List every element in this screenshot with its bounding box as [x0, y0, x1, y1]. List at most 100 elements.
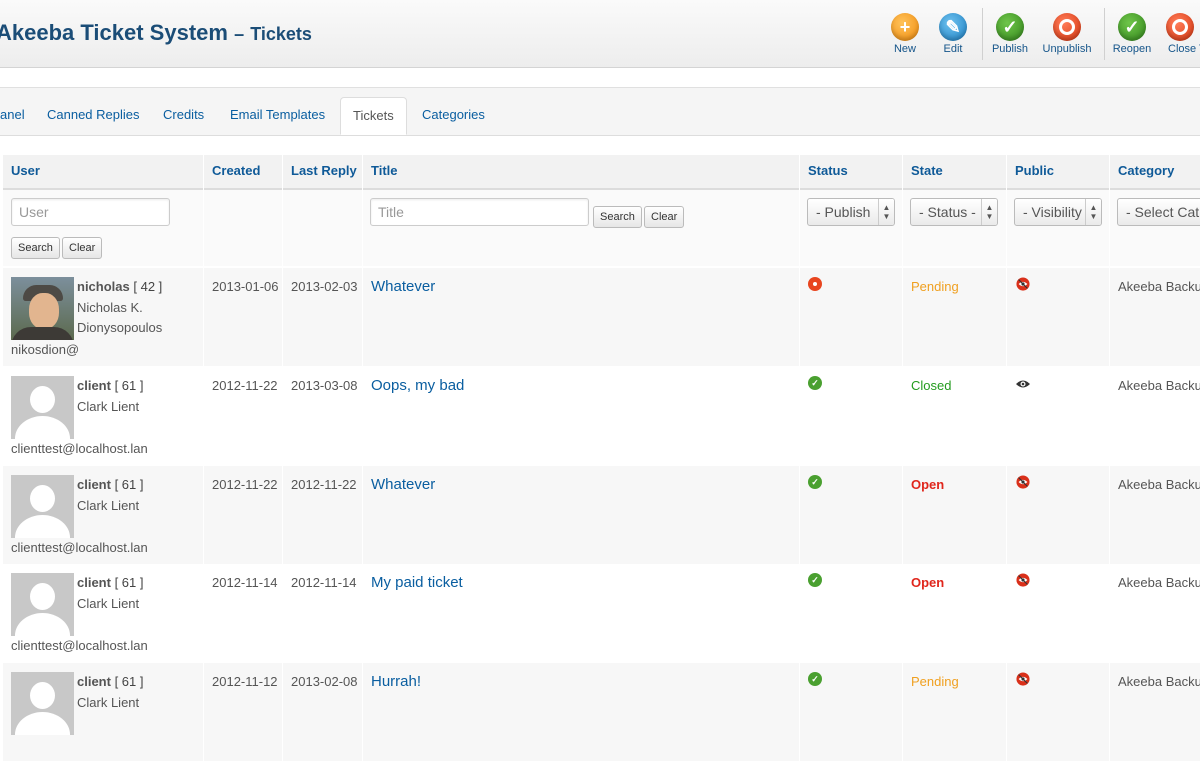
eye-slash-icon[interactable]: [1015, 277, 1031, 291]
title-clear-button[interactable]: Clear: [644, 206, 685, 228]
ticket-title-link[interactable]: Oops, my bad: [371, 377, 464, 394]
tab-email-templates[interactable]: Email Templates: [218, 97, 337, 135]
tab-credits[interactable]: Credits: [151, 97, 216, 135]
user-fullname: Clark Lient: [77, 399, 140, 414]
table-cell: [363, 663, 799, 761]
column-header-public[interactable]: Public: [1007, 155, 1109, 190]
created-date: 2012-11-12: [212, 674, 278, 689]
user-email: clienttest@localhost.lan: [11, 540, 148, 555]
ticket-category: Akeeba Backu: [1118, 575, 1200, 590]
avatar: [11, 573, 74, 636]
visibility-filter-select[interactable]: - Visibility ▲ ▼: [1014, 198, 1102, 226]
state-filter-select[interactable]: - Status - ▲ ▼: [910, 198, 998, 226]
ticket-title-link[interactable]: Hurrah!: [371, 673, 421, 690]
category-filter-select[interactable]: - Select Cat: [1117, 198, 1200, 226]
unpublish-button[interactable]: Unpublish: [1040, 13, 1094, 55]
username: client [ 61 ]: [77, 674, 144, 689]
ticket-state: Open: [911, 575, 945, 590]
avatar: [11, 376, 74, 439]
username: client [ 61 ]: [77, 477, 144, 492]
last-reply-date: 2013-02-03: [291, 279, 358, 294]
ticket-state: Open: [911, 477, 945, 492]
ticket-title-link[interactable]: Whatever: [371, 476, 435, 493]
pencil-icon: ✎: [939, 13, 967, 41]
created-date: 2012-11-22: [212, 378, 278, 393]
last-reply-date: 2013-03-08: [291, 378, 358, 393]
tab-canned-replies[interactable]: Canned Replies: [35, 97, 152, 135]
user-email: nikosdion@: [11, 342, 80, 357]
table-row: client [ 61 ] Clark Lient clienttest@local…: [0, 564, 1200, 662]
column-header-state[interactable]: State: [903, 155, 1006, 190]
toolbar-separator: [982, 8, 983, 60]
unpublished-icon[interactable]: [808, 277, 822, 291]
reopen-button[interactable]: ✓ Reopen: [1112, 13, 1152, 55]
avatar: [11, 475, 74, 538]
edit-button[interactable]: ✎ Edit: [937, 13, 969, 55]
last-reply-date: 2012-11-22: [291, 477, 357, 492]
tab-control-panel[interactable]: anel: [0, 97, 37, 135]
created-date: 2012-11-22: [212, 477, 278, 492]
title-filter-input[interactable]: Title: [370, 198, 589, 226]
ticket-category: Akeeba Backu: [1118, 279, 1200, 294]
eye-slash-icon[interactable]: [1015, 672, 1031, 686]
user-filter-input[interactable]: User: [11, 198, 170, 226]
ticket-title-link[interactable]: My paid ticket: [371, 574, 463, 591]
message-strip: [0, 68, 1200, 88]
tab-tickets[interactable]: Tickets: [340, 97, 407, 135]
created-date: 2013-01-06: [212, 279, 279, 294]
user-fullname: Clark Lient: [77, 596, 140, 611]
username: client [ 61 ]: [77, 378, 144, 393]
check-icon: ✓: [1118, 13, 1146, 41]
ticket-category: Akeeba Backu: [1118, 477, 1200, 492]
eye-slash-icon[interactable]: [1015, 475, 1031, 489]
user-email: clienttest@localhost.lan: [11, 638, 148, 653]
page-title: Akeeba Ticket System – Tickets: [0, 20, 312, 45]
ticket-title-link[interactable]: Whatever: [371, 278, 435, 295]
filter-cell: [204, 190, 282, 266]
ticket-state: Pending: [911, 279, 959, 294]
user-fullname: Clark Lient: [77, 695, 140, 710]
toolbar: Akeeba Ticket System – Tickets + New ✎ E…: [0, 0, 1200, 68]
published-icon[interactable]: ✓: [808, 573, 822, 587]
username: nicholas [ 42 ]: [77, 279, 163, 294]
published-icon[interactable]: ✓: [808, 475, 822, 489]
status-filter-select[interactable]: - Publish ▲ ▼: [807, 198, 895, 226]
column-header-user[interactable]: User: [3, 155, 203, 190]
table-row: client [ 61 ] Clark Lient clienttest@local…: [0, 367, 1200, 465]
select-arrows-icon: ▲ ▼: [981, 199, 997, 225]
title-search-button[interactable]: Search: [593, 206, 642, 228]
toolbar-separator: [1104, 8, 1105, 60]
select-arrows-icon: ▲ ▼: [1085, 199, 1101, 225]
user-clear-button[interactable]: Clear: [62, 237, 103, 259]
username: client [ 61 ]: [77, 575, 144, 590]
column-header-category[interactable]: Category: [1110, 155, 1200, 190]
ticket-state: Closed: [911, 378, 952, 393]
ticket-category: Akeeba Backu: [1118, 674, 1200, 689]
eye-slash-icon[interactable]: [1015, 573, 1031, 587]
new-button[interactable]: + New: [889, 13, 921, 55]
ticket-state: Pending: [911, 674, 959, 689]
created-date: 2012-11-14: [212, 575, 278, 590]
eye-icon[interactable]: [1015, 377, 1031, 391]
column-header-title[interactable]: Title: [363, 155, 799, 190]
published-icon[interactable]: ✓: [808, 376, 822, 390]
plus-icon: +: [891, 13, 919, 41]
user-fullname: Clark Lient: [77, 498, 140, 513]
table-row: client [ 61 ] Clark Lient 2012-11-12 2013-0…: [0, 663, 1200, 761]
column-header-created[interactable]: Created: [204, 155, 282, 190]
filter-cell: [283, 190, 362, 266]
close-ticket-button[interactable]: Close T: [1162, 13, 1200, 55]
unpublish-icon: [1053, 13, 1081, 41]
table-row: client [ 61 ] Clark Lient clienttest@local…: [0, 466, 1200, 564]
publish-button[interactable]: ✓ Publish: [990, 13, 1030, 55]
user-email: clienttest@localhost.lan: [11, 441, 148, 456]
avatar: [11, 672, 74, 735]
published-icon[interactable]: ✓: [808, 672, 822, 686]
submenu-tabs: anel Canned Replies Credits Email Templa…: [0, 88, 1200, 136]
column-header-status[interactable]: Status: [800, 155, 902, 190]
column-header-last-reply[interactable]: Last Reply: [283, 155, 362, 190]
tab-categories[interactable]: Categories: [410, 97, 497, 135]
user-search-button[interactable]: Search: [11, 237, 60, 259]
check-icon: ✓: [996, 13, 1024, 41]
last-reply-date: 2013-02-08: [291, 674, 358, 689]
